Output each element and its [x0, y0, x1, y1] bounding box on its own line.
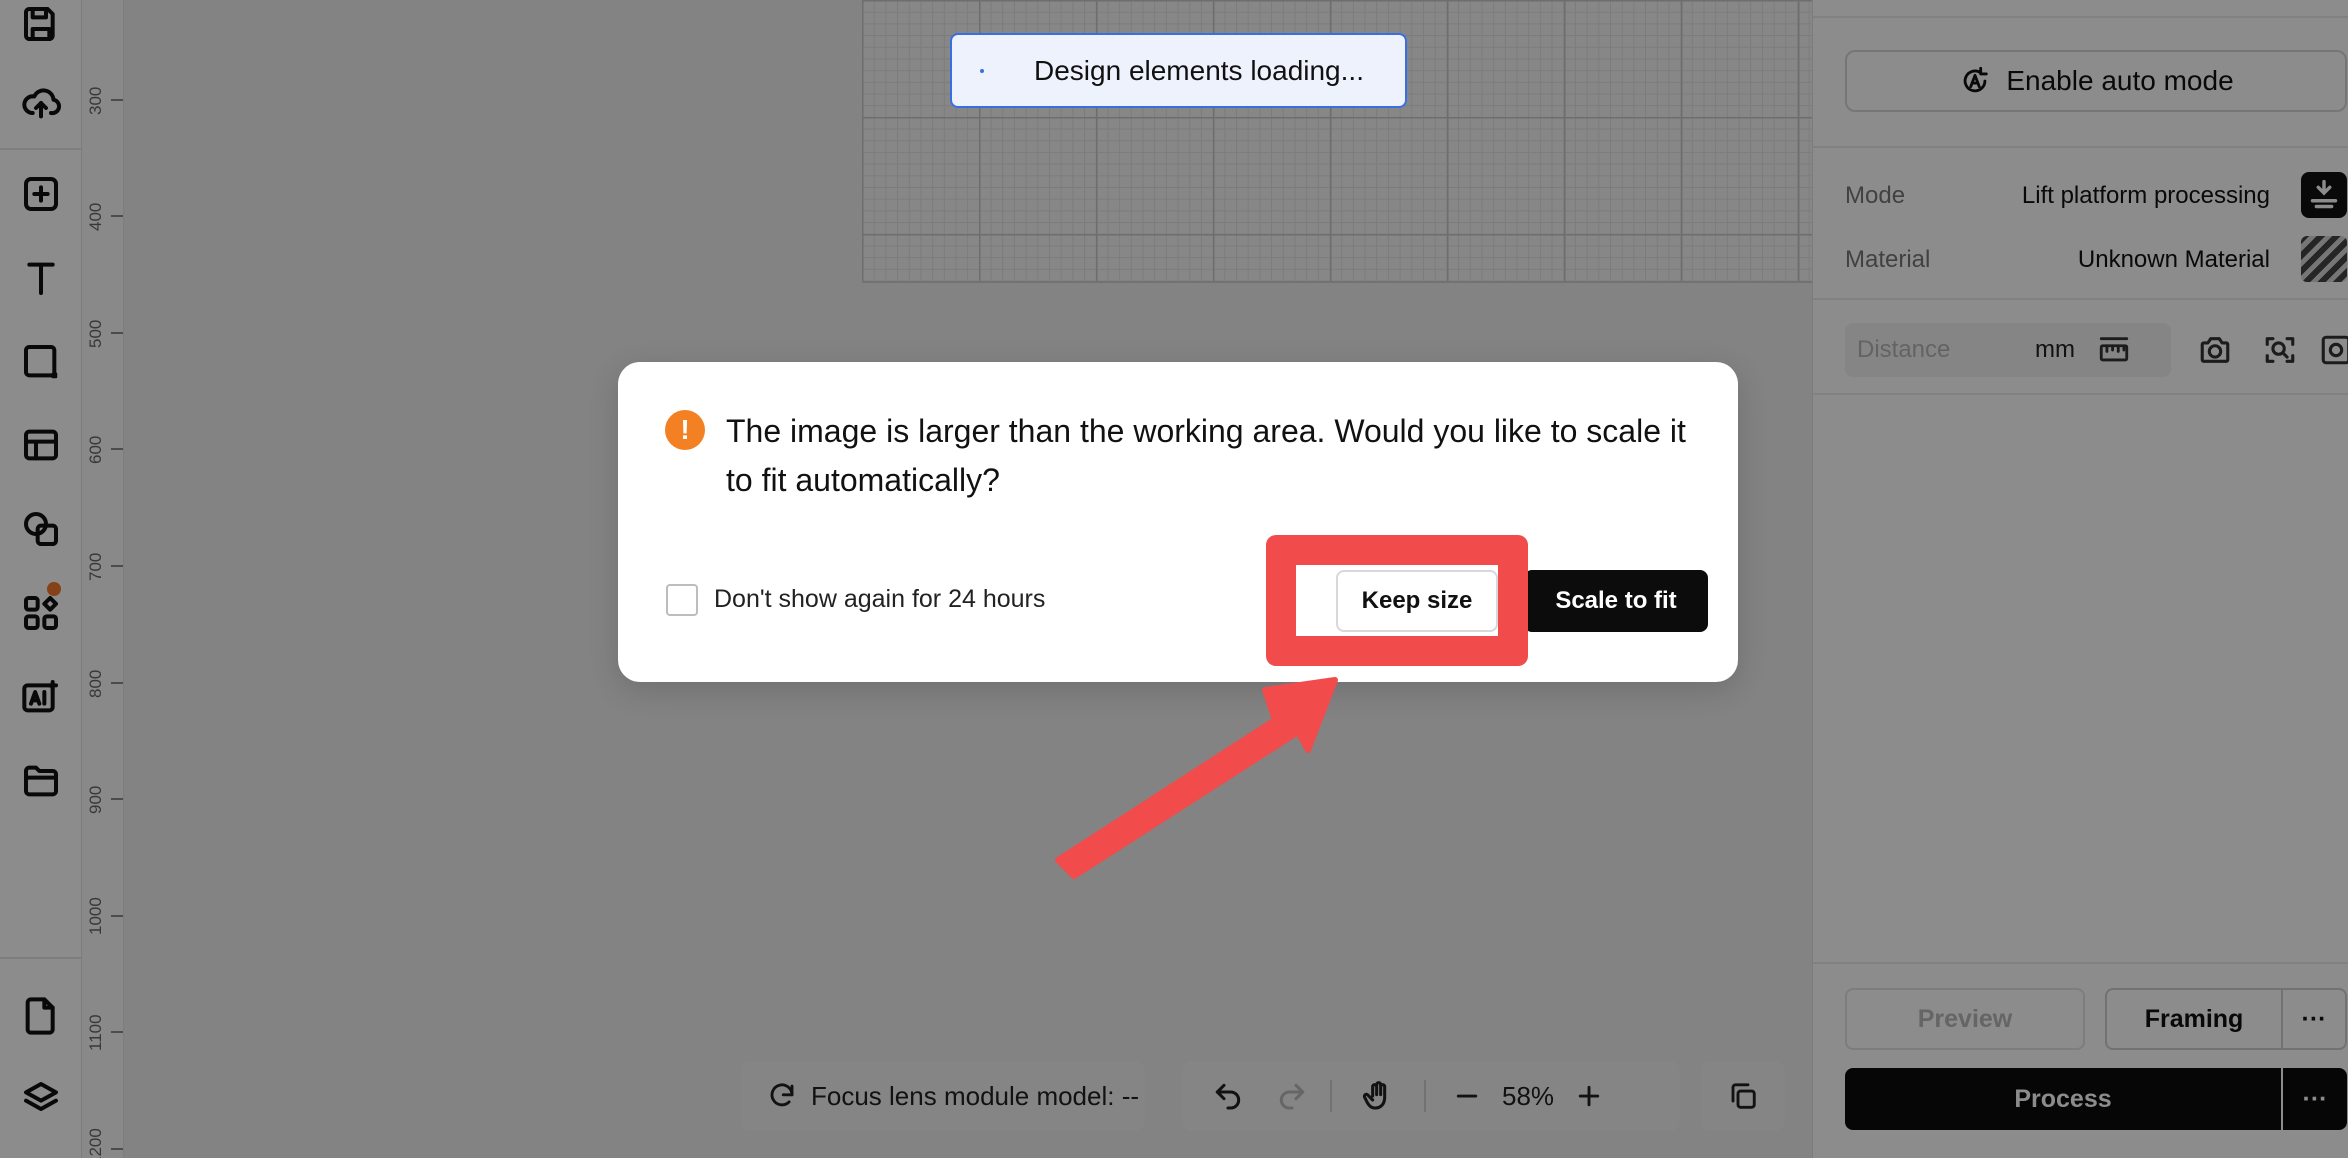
warning-icon: !: [665, 410, 705, 450]
scale-dialog: ! The image is larger than the working a…: [618, 362, 1738, 682]
toast-message: Design elements loading...: [1034, 54, 1364, 86]
annotation-arrow-icon: [1055, 677, 1338, 879]
scale-to-fit-button[interactable]: Scale to fit: [1524, 570, 1708, 632]
loading-spinner-icon: [980, 68, 984, 73]
dont-show-checkbox[interactable]: [666, 584, 698, 616]
loading-toast: Design elements loading...: [950, 33, 1407, 108]
dont-show-label[interactable]: Don't show again for 24 hours: [714, 585, 1045, 614]
dialog-message: The image is larger than the working are…: [726, 413, 1686, 498]
